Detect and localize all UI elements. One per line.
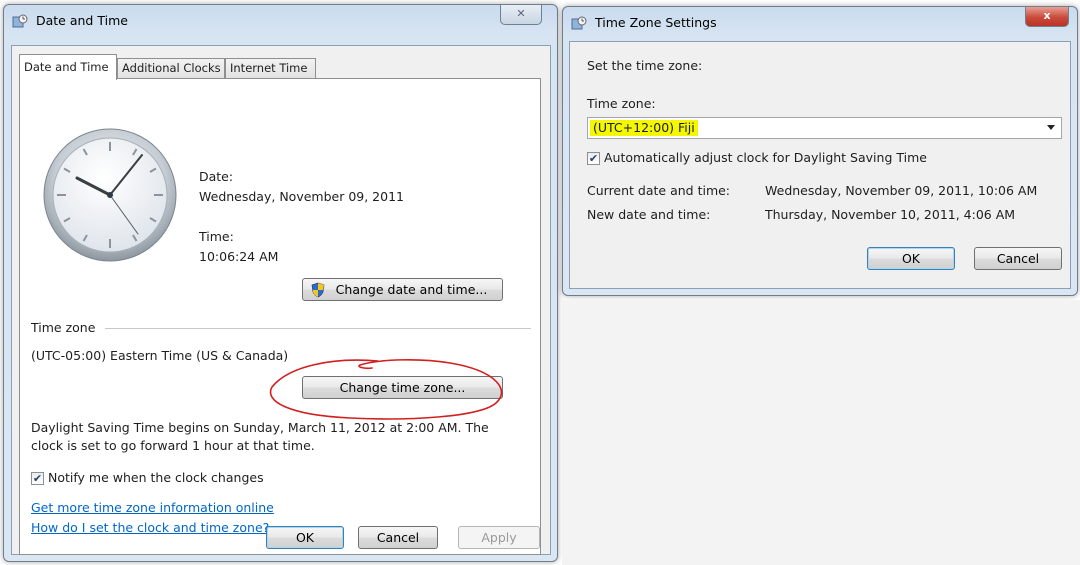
clock-settings-icon [12, 14, 28, 28]
desktop-background [562, 300, 1080, 565]
close-icon: x [1043, 9, 1051, 22]
tab-date-and-time-label: Date and Time [24, 60, 109, 74]
date-label: Date: [199, 169, 234, 184]
current-datetime-label: Current date and time: [587, 183, 731, 198]
close-icon: ✕ [516, 7, 526, 20]
timezone-cancel-button[interactable]: Cancel [974, 247, 1062, 270]
checkbox-check-icon: ✔ [32, 472, 43, 485]
date-time-window: Date and Time ✕ Date and Time Additional… [3, 4, 558, 562]
analog-clock-icon [43, 128, 177, 262]
timezone-client-area: Set the time zone: Time zone: (UTC+12:00… [569, 41, 1071, 289]
timezone-close-button[interactable]: x [1025, 7, 1069, 27]
timezone-ok-label: OK [901, 251, 921, 266]
new-datetime-label: New date and time: [587, 207, 711, 222]
timezone-value: (UTC-05:00) Eastern Time (US & Canada) [31, 348, 289, 363]
uac-shield-icon [311, 282, 325, 298]
dst-info-line1: Daylight Saving Time begins on Sunday, M… [31, 420, 489, 435]
timezone-field-label: Time zone: [587, 96, 656, 111]
date-time-titlebar[interactable]: Date and Time ✕ [4, 5, 557, 35]
timezone-separator [105, 328, 531, 329]
change-date-time-button[interactable]: Change date and time... [302, 278, 503, 301]
timezone-titlebar[interactable]: Time Zone Settings x [563, 7, 1077, 37]
tab-additional-clocks[interactable]: Additional Clocks [117, 58, 225, 79]
dst-info-line2: clock is set to go forward 1 hour at tha… [31, 438, 315, 453]
timezone-ok-button[interactable]: OK [867, 247, 955, 270]
tab-internet-time-label: Internet Time [230, 61, 308, 75]
clock-settings-icon [571, 16, 587, 30]
time-value: 10:06:24 AM [199, 249, 279, 264]
date-time-tab-panel: Date: Wednesday, November 09, 2011 Time:… [19, 78, 541, 555]
notify-label[interactable]: Notify me when the clock changes [48, 470, 264, 485]
how-set-clock-link[interactable]: How do I set the clock and time zone? [31, 520, 269, 535]
ok-label: OK [295, 530, 315, 545]
timezone-cancel-label: Cancel [996, 251, 1040, 266]
timezone-settings-title: Time Zone Settings [595, 15, 717, 30]
timezone-settings-window: Time Zone Settings x Set the time zone: … [562, 6, 1078, 296]
current-datetime-value: Wednesday, November 09, 2011, 10:06 AM [765, 183, 1038, 198]
ok-button[interactable]: OK [266, 526, 344, 549]
tab-date-and-time[interactable]: Date and Time [19, 54, 117, 80]
annotation-circle [269, 359, 503, 420]
apply-button[interactable]: Apply [458, 526, 540, 549]
timezone-heading: Time zone [31, 320, 96, 335]
timezone-selected-value: (UTC+12:00) Fiji [590, 120, 698, 136]
dropdown-arrow-icon [1047, 125, 1055, 130]
timezone-select[interactable]: (UTC+12:00) Fiji [587, 117, 1062, 139]
date-value: Wednesday, November 09, 2011 [199, 189, 404, 204]
date-time-title: Date and Time [36, 13, 128, 28]
cancel-button[interactable]: Cancel [358, 526, 438, 549]
more-info-link[interactable]: Get more time zone information online [31, 500, 274, 515]
auto-dst-label[interactable]: Automatically adjust clock for Daylight … [604, 150, 927, 165]
tab-internet-time[interactable]: Internet Time [225, 58, 316, 79]
date-time-client-area: Date and Time Additional Clocks Internet… [11, 45, 551, 555]
cancel-label: Cancel [376, 530, 420, 545]
checkbox-check-icon: ✔ [588, 152, 599, 165]
auto-dst-checkbox[interactable]: ✔ [587, 152, 600, 165]
set-timezone-label: Set the time zone: [587, 58, 703, 73]
new-datetime-value: Thursday, November 10, 2011, 4:06 AM [765, 207, 1016, 222]
change-date-time-label: Change date and time... [335, 282, 488, 297]
notify-checkbox[interactable]: ✔ [31, 472, 44, 485]
date-time-close-button[interactable]: ✕ [500, 5, 542, 25]
apply-label: Apply [481, 530, 517, 545]
time-label: Time: [199, 229, 234, 244]
tab-additional-clocks-label: Additional Clocks [122, 61, 221, 75]
